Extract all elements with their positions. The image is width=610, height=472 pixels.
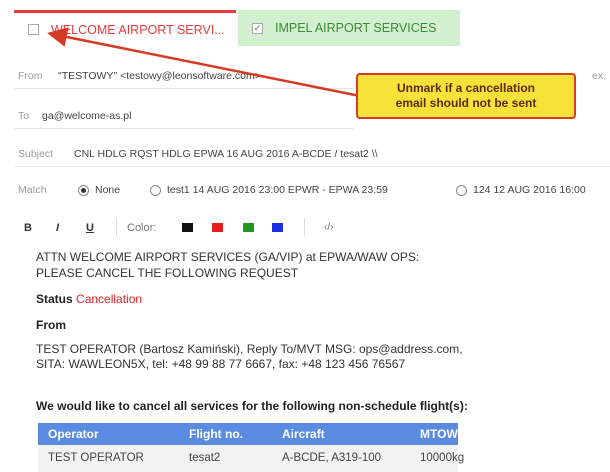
callout-arrow [47,27,361,98]
callout-line-1: Unmark if a cancellation [396,81,536,95]
callout-line-2: email should not be sent [395,96,537,110]
annotation-callout: Unmark if a cancellation email should no… [356,73,576,119]
